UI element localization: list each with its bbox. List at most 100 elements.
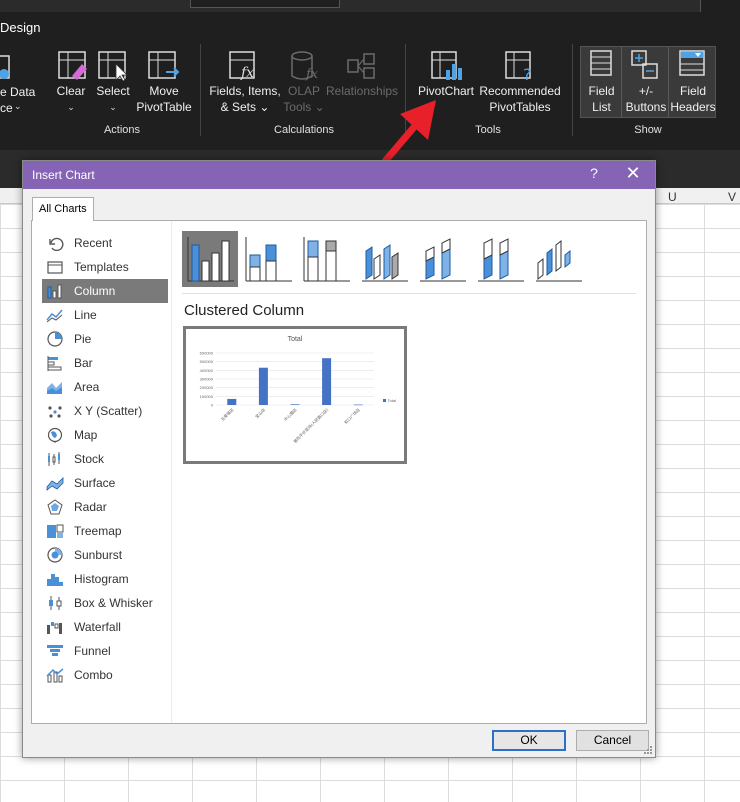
- recommended-pivottables-button[interactable]: ? Recommended PivotTables: [478, 50, 562, 120]
- insert-chart-dialog: Insert Chart ? ✕ All Charts Recent Templa…: [22, 160, 656, 758]
- chart-type-label: Recent: [74, 236, 113, 250]
- scatter-chart-icon: [48, 406, 62, 418]
- chart-subtype-3[interactable]: [298, 231, 354, 287]
- preview-chart: Total 600000 500000 400000 300000 200000 10000…: [200, 336, 397, 444]
- surface-chart-icon: [46, 477, 64, 491]
- chart-type-templates[interactable]: Templates: [42, 255, 168, 279]
- line-chart-icon: [46, 309, 63, 323]
- 3d-clustered-column-icon: [362, 244, 408, 282]
- chart-type-surface[interactable]: Surface: [42, 471, 168, 495]
- chart-type-pie[interactable]: Pie: [42, 327, 168, 351]
- bar: [227, 398, 237, 405]
- y-tick-label: 400000: [200, 368, 214, 373]
- templates-icon: [47, 261, 63, 274]
- chart-type-column[interactable]: Column: [42, 279, 168, 303]
- chart-type-area[interactable]: Area: [42, 375, 168, 399]
- chart-type-histogram[interactable]: Histogram: [42, 567, 168, 591]
- chart-type-label: Stock: [74, 452, 105, 466]
- legend-label: Total: [388, 398, 397, 403]
- relationships-icon: [347, 53, 375, 79]
- y-tick-label: 0: [211, 403, 214, 408]
- field-headers-button[interactable]: Field Headers: [670, 47, 716, 117]
- olap-cube-icon: fx: [291, 51, 319, 82]
- plus-minus-buttons-button[interactable]: +/- Buttons: [623, 47, 669, 117]
- help-button[interactable]: ?: [584, 165, 604, 181]
- window-control-edge: [700, 0, 740, 12]
- clear-button[interactable]: Clear ⌄: [52, 50, 90, 120]
- y-tick-label: 600000: [200, 351, 214, 356]
- chart-type-radar[interactable]: Radar: [42, 495, 168, 519]
- fields-label-2: & Sets ⌄: [220, 100, 270, 114]
- change-data-label-2: ce: [0, 101, 13, 115]
- chart-type-label: Treemap: [74, 524, 122, 538]
- field-list-button[interactable]: Field List: [581, 47, 622, 117]
- chart-type-map[interactable]: Map: [42, 423, 168, 447]
- data-source-icon: [0, 55, 10, 79]
- y-tick-label: 200000: [200, 385, 214, 390]
- close-button[interactable]: ✕: [621, 163, 645, 184]
- chevron-down-icon: ⌄: [14, 101, 22, 111]
- field-headers-icon: [679, 50, 705, 76]
- chart-type-stock[interactable]: Stock: [42, 447, 168, 471]
- chart-type-label: Templates: [74, 260, 129, 274]
- pivotchart-icon: [431, 51, 462, 80]
- chart-type-label: Column: [74, 284, 116, 298]
- chart-type-line[interactable]: Line: [42, 303, 168, 327]
- fields-label: Fields, Items,: [209, 84, 281, 98]
- chart-subtype-row: [182, 231, 638, 291]
- chart-type-list: Recent Templates Column Line Pie Bar Area X Y (…: [42, 231, 168, 687]
- chart-subtype-4[interactable]: [356, 231, 412, 287]
- svg-text:?: ?: [523, 65, 532, 82]
- chart-type-label: Combo: [74, 668, 113, 682]
- sunburst-chart-icon: [47, 547, 63, 563]
- fields-items-icon: fx: [229, 51, 255, 81]
- chart-type-recent[interactable]: Recent: [42, 231, 168, 255]
- move-pivottable-button[interactable]: Move PivotTable: [134, 50, 194, 120]
- chart-preview[interactable]: Total 600000 500000 400000 300000 200000 10000…: [183, 326, 407, 464]
- resize-grip-icon[interactable]: [643, 745, 653, 755]
- fields-items-sets-button[interactable]: fx Fields, Items, & Sets ⌄: [208, 50, 282, 120]
- tab-all-charts[interactable]: All Charts: [32, 197, 94, 221]
- chart-type-scatter[interactable]: X Y (Scatter): [42, 399, 168, 423]
- chart-type-label: Surface: [74, 476, 116, 490]
- chart-subtype-5[interactable]: [414, 231, 470, 287]
- dialog-titlebar[interactable]: Insert Chart ? ✕: [23, 161, 655, 189]
- tab-design[interactable]: Design: [0, 20, 40, 35]
- subtype-divider: [182, 293, 636, 294]
- 100-stacked-column-icon: [303, 237, 350, 282]
- chart-type-label: Sunburst: [74, 548, 123, 562]
- ok-button[interactable]: OK: [492, 730, 566, 751]
- column-header-u[interactable]: U: [668, 190, 677, 204]
- chart-type-bar[interactable]: Bar: [42, 351, 168, 375]
- chart-subtype-1[interactable]: [182, 231, 238, 287]
- select-button[interactable]: Select ⌄: [94, 50, 132, 120]
- 3d-100-stacked-column-icon: [478, 238, 524, 282]
- chart-type-label: Area: [74, 380, 100, 394]
- waterfall-chart-icon: [47, 622, 62, 634]
- stacked-column-icon: [245, 237, 292, 282]
- 3d-column-icon: [536, 239, 582, 282]
- dialog-title: Insert Chart: [32, 168, 95, 182]
- cancel-button[interactable]: Cancel: [576, 730, 649, 751]
- chart-type-combo[interactable]: Combo: [42, 663, 168, 687]
- recommended-label: Recommended: [479, 84, 561, 98]
- chart-type-treemap[interactable]: Treemap: [42, 519, 168, 543]
- group-separator: [200, 44, 201, 136]
- chart-type-sunburst[interactable]: Sunburst: [42, 543, 168, 567]
- chart-subtype-7[interactable]: [530, 231, 586, 287]
- field-list-icon: [590, 50, 612, 76]
- treemap-chart-icon: [47, 524, 64, 538]
- map-chart-icon: [47, 427, 63, 443]
- x-tick-label: 宝山店: [253, 406, 266, 419]
- chart-type-funnel[interactable]: Funnel: [42, 639, 168, 663]
- chart-type-box-whisker[interactable]: Box & Whisker: [42, 591, 168, 615]
- select-label: Select: [96, 84, 130, 98]
- chart-subtype-6[interactable]: [472, 231, 528, 287]
- column-header-v[interactable]: V: [728, 190, 736, 204]
- group-label-actions: Actions: [103, 124, 141, 136]
- olap-tools-button[interactable]: fx OLAP Tools ⌄: [282, 50, 326, 120]
- chart-subtype-2[interactable]: [240, 231, 296, 287]
- chart-type-label: Map: [74, 428, 98, 442]
- chart-type-label: Pie: [74, 332, 92, 346]
- chart-type-waterfall[interactable]: Waterfall: [42, 615, 168, 639]
